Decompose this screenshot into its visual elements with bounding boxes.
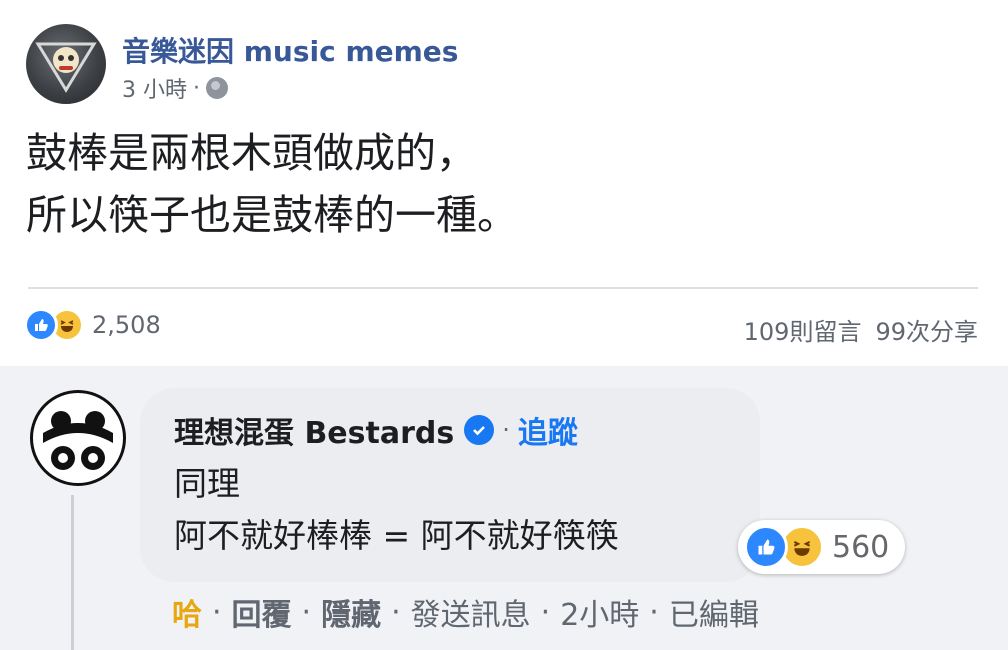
action-separator: ·: [391, 594, 401, 630]
post-text-line2: 所以筷子也是鼓棒的一種。: [26, 191, 518, 239]
meta-separator: ·: [193, 75, 200, 101]
like-icon: [24, 308, 58, 342]
commenter-avatar[interactable]: [30, 390, 126, 486]
post-card: 音樂迷因 music memes 3 小時 · 鼓棒是兩根木頭做成的， 所以筷子…: [0, 0, 1008, 366]
comments-count-link[interactable]: 109則留言: [744, 312, 862, 347]
hide-button[interactable]: 隱藏: [321, 590, 381, 634]
post-time[interactable]: 3 小時: [122, 72, 187, 104]
post-reactions[interactable]: 2,508: [24, 308, 161, 342]
header-separator: ·: [502, 416, 510, 444]
edited-label[interactable]: 已編輯: [669, 590, 759, 634]
action-separator: ·: [301, 594, 312, 630]
thread-line: [71, 495, 74, 650]
commenter-header: 理想混蛋 Bestards · 追蹤: [174, 408, 578, 452]
comment-reaction-count: 560: [832, 529, 890, 565]
divider: [28, 287, 978, 289]
like-icon: [744, 525, 788, 569]
send-message-button[interactable]: 發送訊息: [411, 590, 531, 634]
globe-icon: [206, 77, 228, 99]
follow-button[interactable]: 追蹤: [518, 408, 578, 452]
haha-reaction-button[interactable]: 哈: [172, 590, 202, 634]
action-separator: ·: [540, 594, 551, 630]
post-text-line1: 鼓棒是兩根木頭做成的，: [26, 129, 477, 177]
reaction-count: 2,508: [92, 311, 161, 339]
page-name-link[interactable]: 音樂迷因 music memes: [122, 30, 458, 70]
post-stats: 109則留言 99次分享: [744, 312, 978, 347]
action-separator: ·: [649, 594, 659, 630]
comment-line2: 阿不就好棒棒 = 阿不就好筷筷: [174, 516, 619, 555]
comment-body: 同理 阿不就好棒棒 = 阿不就好筷筷: [174, 458, 619, 562]
comment-reactions[interactable]: 560: [738, 520, 906, 574]
comment-line1: 同理: [174, 464, 240, 503]
page-avatar[interactable]: [26, 24, 106, 104]
verified-icon: [464, 415, 495, 445]
post-meta: 3 小時 ·: [122, 72, 228, 104]
comment-actions: 哈 · 回覆 · 隱藏 · 發送訊息 · 2小時 · 已編輯: [172, 590, 759, 634]
shares-count-link[interactable]: 99次分享: [875, 312, 978, 347]
action-separator: ·: [212, 594, 222, 630]
commenter-name-link[interactable]: 理想混蛋 Bestards: [174, 408, 454, 452]
comment-time[interactable]: 2小時: [560, 590, 639, 634]
post-body: 鼓棒是兩根木頭做成的， 所以筷子也是鼓棒的一種。: [26, 122, 518, 246]
reply-button[interactable]: 回覆: [232, 590, 292, 634]
